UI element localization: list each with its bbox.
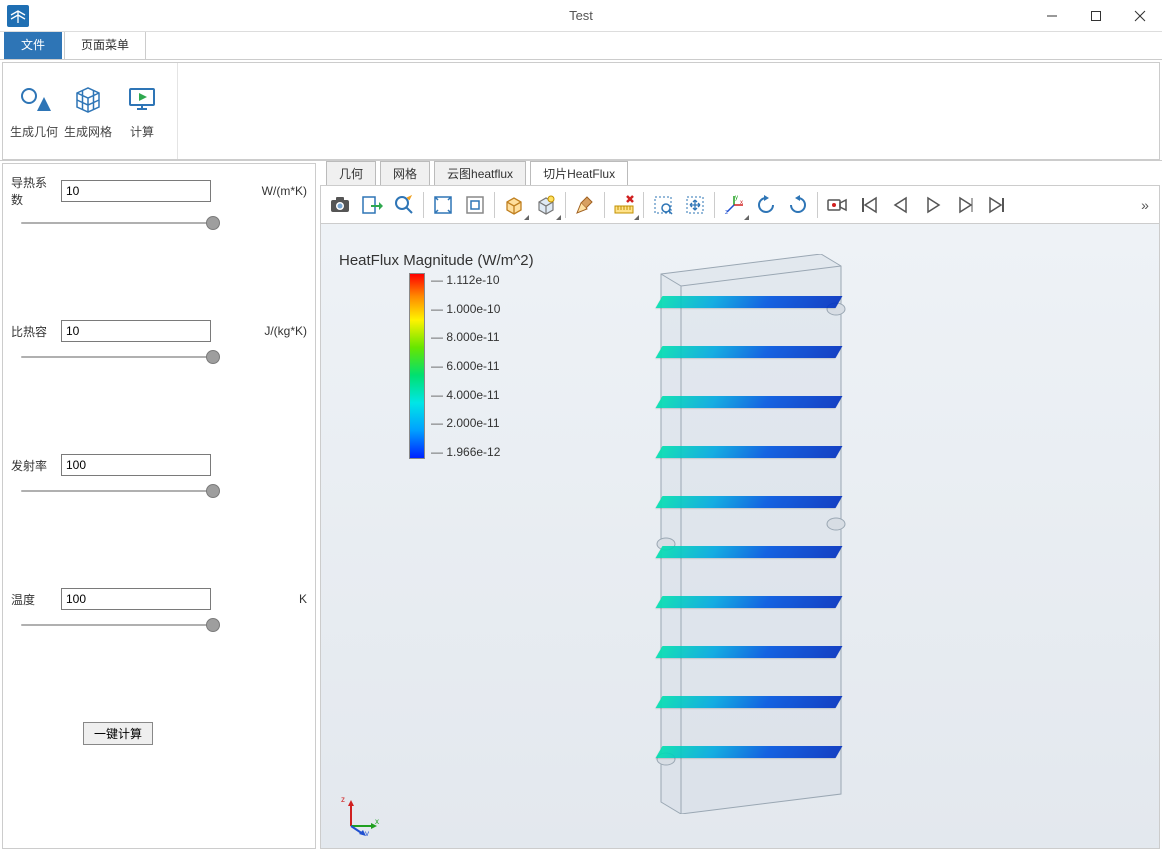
export-arrow-button[interactable] — [357, 190, 387, 220]
legend-ticks: 1.112e-10 1.000e-10 8.000e-11 6.000e-11 … — [431, 273, 500, 459]
sidebar: 导热系数 W/(m*K) 比热容 J/(kg*K) 发射率 — [2, 163, 316, 849]
legend-tick: 1.000e-10 — [431, 302, 500, 316]
legend-tick: 8.000e-11 — [431, 330, 500, 344]
last-frame-button[interactable] — [982, 190, 1012, 220]
record-animation-button[interactable] — [822, 190, 852, 220]
legend-tick: 1.966e-12 — [431, 445, 500, 459]
next-frame-button[interactable] — [950, 190, 980, 220]
prev-frame-button[interactable] — [886, 190, 916, 220]
ribbon-button-generate-mesh[interactable]: 生成网格 — [61, 67, 115, 155]
menu-tab-page-menu[interactable]: 页面菜单 — [64, 29, 146, 59]
svg-text:y: y — [735, 195, 738, 201]
box-zoom-button[interactable] — [648, 190, 678, 220]
svg-text:x: x — [740, 200, 743, 206]
field-unit: K — [299, 592, 307, 606]
isometric-view-button[interactable] — [499, 190, 529, 220]
ribbon-button-compute[interactable]: 计算 — [115, 67, 169, 155]
window-title: Test — [569, 8, 593, 23]
field-label: 温度 — [11, 591, 57, 608]
orientation-axes-icon: z x y — [341, 792, 385, 836]
ribbon-label: 生成几何 — [10, 123, 58, 140]
toolbar-overflow-button[interactable]: » — [1135, 190, 1155, 220]
canvas-frame: yxz » HeatFlux Magnitude (W/m^2) — [320, 185, 1160, 849]
legend-tick: 2.000e-11 — [431, 416, 500, 430]
ribbon-label: 生成网格 — [64, 123, 112, 140]
field-label: 比热容 — [11, 323, 57, 340]
temperature-input[interactable] — [61, 588, 211, 610]
legend-tick: 6.000e-11 — [431, 359, 500, 373]
menu-tab-file[interactable]: 文件 — [4, 29, 62, 59]
specific-heat-slider[interactable] — [21, 350, 213, 364]
geometry-icon — [17, 83, 51, 117]
svg-text:y: y — [365, 829, 369, 836]
thermal-conductivity-slider[interactable] — [21, 216, 213, 230]
color-legend: HeatFlux Magnitude (W/m^2) 1.112e-10 1.0… — [339, 252, 534, 459]
canvas-tabs: 几何 网格 云图heatflux 切片HeatFlux — [320, 163, 1160, 185]
specific-heat-input[interactable] — [61, 320, 211, 342]
window-controls — [1030, 0, 1162, 32]
field-specific-heat: 比热容 J/(kg*K) — [11, 320, 307, 364]
svg-text:z: z — [341, 795, 345, 804]
emissivity-slider[interactable] — [21, 484, 213, 498]
transparent-view-button[interactable] — [531, 190, 561, 220]
titlebar: Test — [0, 0, 1162, 32]
pan-button[interactable] — [680, 190, 710, 220]
first-frame-button[interactable] — [854, 190, 884, 220]
legend-tick: 4.000e-11 — [431, 388, 500, 402]
field-label: 发射率 — [11, 457, 57, 474]
viewer-toolbar: yx z » — [321, 186, 1159, 224]
emissivity-input[interactable] — [61, 454, 211, 476]
legend-title: HeatFlux Magnitude (W/m^2) — [339, 252, 534, 269]
brush-clean-button[interactable] — [570, 190, 600, 220]
svg-text:z: z — [725, 210, 728, 216]
field-emissivity: 发射率 — [11, 454, 307, 498]
field-unit: W/(m*K) — [262, 184, 307, 198]
close-button[interactable] — [1118, 0, 1162, 32]
main-area: 导热系数 W/(m*K) 比热容 J/(kg*K) 发射率 — [0, 160, 1162, 851]
play-button[interactable] — [918, 190, 948, 220]
compute-icon — [125, 83, 159, 117]
mesh-icon — [71, 83, 105, 117]
field-label: 导热系数 — [11, 174, 57, 208]
viewport-3d[interactable]: HeatFlux Magnitude (W/m^2) 1.112e-10 1.0… — [321, 224, 1159, 848]
colorbar — [409, 273, 425, 459]
field-temperature: 温度 K — [11, 588, 307, 632]
menu-tabs: 文件 页面菜单 — [0, 32, 1162, 60]
canvas-tab-mesh[interactable]: 网格 — [380, 161, 430, 185]
minimize-button[interactable] — [1030, 0, 1074, 32]
one-click-calculate-button[interactable]: 一键计算 — [83, 722, 153, 745]
rotate-ccw-button[interactable] — [751, 190, 781, 220]
canvas-tab-cloud-heatflux[interactable]: 云图heatflux — [434, 161, 526, 185]
field-thermal-conductivity: 导热系数 W/(m*K) — [11, 174, 307, 230]
canvas-tab-slice-heatflux[interactable]: 切片HeatFlux — [530, 161, 628, 185]
rotate-cw-button[interactable] — [783, 190, 813, 220]
fit-to-window-button[interactable] — [428, 190, 458, 220]
axis-rotate-button[interactable]: yx z — [719, 190, 749, 220]
fit-selection-button[interactable] — [460, 190, 490, 220]
svg-text:x: x — [375, 817, 379, 826]
canvas-tab-geometry[interactable]: 几何 — [326, 161, 376, 185]
ruler-delete-button[interactable] — [609, 190, 639, 220]
camera-screenshot-button[interactable] — [325, 190, 355, 220]
ribbon-button-generate-geometry[interactable]: 生成几何 — [7, 67, 61, 155]
model-3d — [641, 254, 861, 794]
ribbon-label: 计算 — [130, 123, 154, 140]
maximize-button[interactable] — [1074, 0, 1118, 32]
temperature-slider[interactable] — [21, 618, 213, 632]
content-area: 几何 网格 云图heatflux 切片HeatFlux — [320, 163, 1160, 849]
thermal-conductivity-input[interactable] — [61, 180, 211, 202]
ribbon: 生成几何 生成网格 计算 — [2, 62, 1160, 160]
zoom-reset-button[interactable] — [389, 190, 419, 220]
legend-tick: 1.112e-10 — [431, 273, 500, 287]
app-icon — [6, 4, 30, 28]
field-unit: J/(kg*K) — [264, 324, 307, 338]
